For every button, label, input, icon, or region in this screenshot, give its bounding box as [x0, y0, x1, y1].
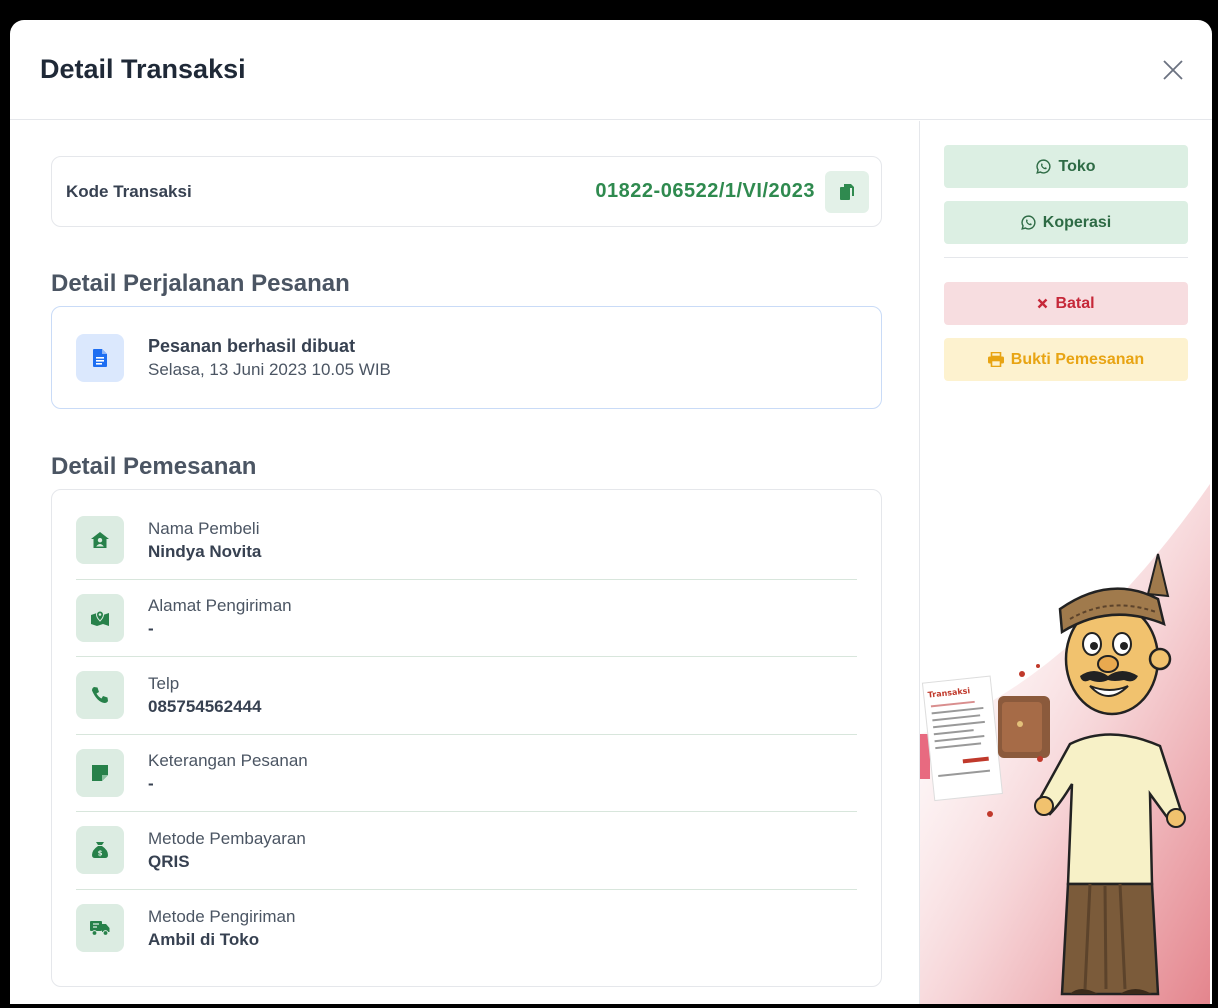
modal-title: Detail Transaksi	[40, 54, 246, 84]
detail-row-phone: Telp 085754562444	[76, 657, 857, 735]
copy-code-button[interactable]	[825, 170, 869, 213]
order-proof-label: Bukti Pemesanan	[1010, 350, 1145, 368]
detail-label: Keterangan Pesanan	[148, 751, 308, 771]
map-pin-icon	[91, 610, 109, 626]
detail-row-buyer-name: Nama Pembeli Nindya Novita	[76, 502, 857, 580]
detail-label: Metode Pengiriman	[148, 906, 296, 926]
detail-row-payment: $ Metode Pembayaran QRIS	[76, 812, 857, 890]
transaction-code-card: Kode Transaksi 01822-06522/1/VI/2023	[51, 156, 882, 227]
modal-header: Detail Transaksi	[10, 20, 1212, 120]
contact-shop-label: Toko	[1058, 157, 1096, 175]
whatsapp-icon	[1036, 159, 1052, 174]
detail-value: -	[148, 774, 154, 794]
phone-icon	[92, 687, 108, 704]
x-icon	[1038, 298, 1048, 309]
detail-value: -	[148, 619, 154, 639]
detail-value: 085754562444	[148, 696, 262, 716]
detail-row-address: Alamat Pengiriman -	[76, 580, 857, 657]
house-user-icon	[91, 532, 109, 549]
printer-icon	[987, 352, 1004, 367]
journey-card: Pesanan berhasil dibuat Selasa, 13 Juni …	[51, 306, 882, 409]
detail-label: Telp	[148, 673, 180, 693]
transaction-code-value: 01822-06522/1/VI/2023	[595, 180, 815, 202]
contact-shop-button[interactable]: Toko	[944, 145, 1188, 188]
main-content: Kode Transaksi 01822-06522/1/VI/2023 Det…	[10, 121, 920, 1004]
cartoon-man-illustration: Transaksi	[920, 484, 1210, 1004]
detail-label: Alamat Pengiriman	[148, 596, 292, 616]
cancel-order-label: Batal	[1055, 294, 1095, 312]
modal-body: Kode Transaksi 01822-06522/1/VI/2023 Det…	[10, 121, 1212, 1004]
close-button[interactable]	[1158, 55, 1188, 85]
contact-cooperative-label: Koperasi	[1042, 213, 1112, 231]
cancel-order-button[interactable]: Batal	[944, 282, 1188, 325]
side-actions-panel: Toko Koperasi Batal Bukti Pemesanan Tran…	[920, 121, 1212, 1004]
detail-row-notes: Keterangan Pesanan -	[76, 735, 857, 812]
detail-value: QRIS	[148, 851, 190, 871]
transaction-detail-modal: Detail Transaksi Kode Transaksi 01822-06…	[10, 20, 1212, 1004]
journey-status: Pesanan berhasil dibuat	[148, 335, 356, 356]
truck-icon	[90, 921, 110, 937]
journey-icon-box	[76, 333, 124, 382]
order-detail-card: Nama Pembeli Nindya Novita Alamat Pengir…	[51, 489, 882, 987]
order-proof-button[interactable]: Bukti Pemesanan	[944, 338, 1188, 381]
sticky-note-icon	[92, 764, 108, 781]
detail-label: Nama Pembeli	[148, 518, 260, 538]
journey-section-title: Detail Perjalanan Pesanan	[51, 270, 350, 297]
transaction-code-label: Kode Transaksi	[66, 181, 192, 201]
whatsapp-icon	[1020, 215, 1036, 230]
detail-value: Ambil di Toko	[148, 929, 260, 949]
detail-row-shipping: Metode Pengiriman Ambil di Toko	[76, 890, 857, 968]
journey-datetime: Selasa, 13 Juni 2023 10.05 WIB	[148, 359, 391, 379]
copy-icon	[840, 183, 854, 200]
detail-value: Nindya Novita	[148, 541, 262, 561]
svg-text:$: $	[98, 850, 103, 858]
order-section-title: Detail Pemesanan	[51, 453, 257, 480]
side-divider	[944, 257, 1188, 258]
document-icon	[93, 348, 107, 367]
close-icon	[1163, 59, 1183, 80]
detail-label: Metode Pembayaran	[148, 828, 306, 848]
money-bag-icon: $	[92, 842, 108, 859]
contact-cooperative-button[interactable]: Koperasi	[944, 201, 1188, 244]
